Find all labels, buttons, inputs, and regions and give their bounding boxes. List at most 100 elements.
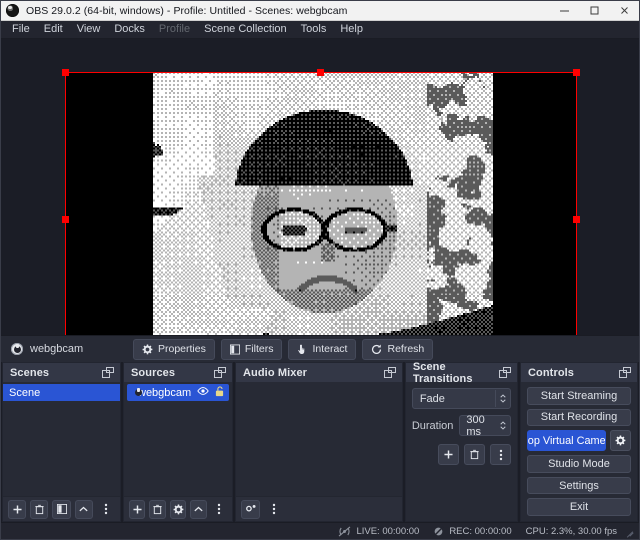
move-source-up-button[interactable] — [190, 499, 207, 519]
transition-options-button[interactable] — [490, 444, 511, 465]
trash-icon — [153, 504, 162, 514]
selected-source-name: webgbcam — [30, 343, 84, 355]
trash-icon — [35, 504, 44, 514]
scene-item-label: Scene — [9, 386, 41, 399]
rec-status-label: REC: 00:00:00 — [449, 525, 512, 537]
resize-handle-middle-right[interactable] — [573, 216, 580, 223]
resize-grip-icon[interactable] — [625, 526, 635, 538]
scenes-list[interactable]: Scene — [3, 382, 120, 496]
interact-button-label: Interact — [312, 343, 348, 355]
minimize-button[interactable] — [549, 1, 579, 20]
source-options-button[interactable] — [211, 500, 227, 519]
live-status-label: LIVE: 00:00:00 — [356, 525, 420, 537]
filters-button[interactable]: Filters — [220, 338, 283, 360]
resize-handle-top-right[interactable] — [573, 69, 580, 76]
broadcast-off-icon — [339, 525, 351, 537]
resize-handle-middle-left[interactable] — [62, 216, 69, 223]
unlocked-padlock-icon[interactable] — [215, 385, 224, 400]
menu-scene-collection[interactable]: Scene Collection — [197, 21, 294, 38]
settings-button[interactable]: Settings — [527, 476, 631, 495]
gear-icon — [615, 435, 626, 446]
chevron-updown-icon[interactable] — [495, 390, 510, 407]
menu-bar: File Edit View Docks Profile Scene Colle… — [1, 21, 639, 39]
audio-mixer-dock-footer — [236, 496, 402, 521]
scene-filters-button[interactable] — [52, 499, 71, 519]
controls-dock: Controls Start Streaming Start Recording… — [520, 362, 638, 522]
audio-mixer-dock-title-bar: Audio Mixer — [236, 363, 402, 382]
trash-icon — [470, 449, 479, 460]
start-streaming-button[interactable]: Start Streaming — [527, 387, 631, 405]
exit-button[interactable]: Exit — [527, 498, 631, 516]
audio-mixer-dock-title: Audio Mixer — [243, 366, 308, 379]
float-dock-icon[interactable] — [102, 367, 115, 378]
scene-transitions-body: Fade Duration 300 ms — [405, 382, 517, 521]
preview-canvas[interactable] — [65, 72, 577, 335]
preview-area[interactable] — [1, 39, 639, 335]
sources-dock-title: Sources — [131, 366, 176, 379]
title-bar: OBS 29.0.2 (64-bit, windows) - Profile: … — [1, 1, 639, 21]
add-source-button[interactable] — [129, 499, 146, 519]
transition-duration-input[interactable]: 300 ms — [459, 414, 511, 438]
remove-scene-button[interactable] — [30, 499, 49, 519]
plus-icon — [133, 504, 142, 514]
scene-options-button[interactable] — [97, 500, 115, 519]
menu-edit[interactable]: Edit — [37, 21, 70, 38]
scenes-dock-footer — [3, 496, 120, 521]
float-dock-icon[interactable] — [214, 367, 227, 378]
webcam-preview-image — [153, 72, 493, 335]
dock-area: Scenes Scene Sources webgbcam Audio Mixe… — [1, 360, 639, 522]
eye-icon[interactable] — [197, 386, 209, 399]
remove-transition-button[interactable] — [464, 444, 485, 465]
start-recording-button[interactable]: Start Recording — [527, 408, 631, 427]
resize-handle-top-center[interactable] — [317, 69, 324, 76]
menu-tools[interactable]: Tools — [294, 21, 334, 38]
remove-source-button[interactable] — [149, 499, 166, 519]
maximize-button[interactable] — [579, 1, 609, 20]
menu-docks[interactable]: Docks — [107, 21, 152, 38]
float-dock-icon[interactable] — [619, 367, 632, 378]
controls-dock-title-bar: Controls — [521, 363, 637, 382]
source-list-item[interactable]: webgbcam — [127, 384, 229, 401]
scene-transitions-dock-title: Scene Transitions — [412, 360, 473, 385]
menu-help[interactable]: Help — [333, 21, 370, 38]
hand-pointer-icon — [298, 344, 305, 354]
transition-type-select[interactable]: Fade — [411, 388, 511, 409]
scenes-dock-title-bar: Scenes — [3, 363, 120, 382]
menu-profile[interactable]: Profile — [152, 21, 197, 38]
stop-virtual-camera-button[interactable]: Stop Virtual Camera — [527, 430, 606, 452]
cpu-status: CPU: 2.3%, 30.00 fps — [526, 526, 617, 537]
close-button[interactable] — [609, 1, 639, 20]
move-scene-up-button[interactable] — [74, 499, 93, 519]
audio-advanced-properties-button[interactable] — [241, 499, 260, 519]
float-dock-icon[interactable] — [499, 367, 512, 378]
menu-view[interactable]: View — [70, 21, 108, 38]
audio-settings-icon — [245, 504, 256, 512]
scene-list-item[interactable]: Scene — [3, 384, 120, 401]
obs-main-window: OBS 29.0.2 (64-bit, windows) - Profile: … — [0, 0, 640, 540]
interact-button[interactable]: Interact — [288, 338, 357, 360]
add-transition-button[interactable] — [438, 444, 459, 465]
float-dock-icon[interactable] — [383, 367, 397, 378]
virtual-camera-settings-button[interactable] — [610, 430, 631, 452]
gear-icon — [142, 344, 153, 354]
audio-mixer-channel-list[interactable] — [236, 382, 402, 496]
sources-dock-footer — [124, 496, 232, 521]
refresh-button[interactable]: Refresh — [362, 338, 434, 360]
studio-mode-button[interactable]: Studio Mode — [527, 455, 631, 473]
duration-stepper-icon[interactable] — [496, 417, 510, 434]
sources-dock-title-bar: Sources — [124, 363, 232, 382]
plus-icon — [13, 504, 22, 514]
source-properties-button[interactable] — [169, 499, 187, 519]
sources-list[interactable]: webgbcam — [124, 382, 232, 496]
add-scene-button[interactable] — [8, 499, 27, 519]
refresh-icon — [372, 343, 382, 354]
chevron-up-icon — [79, 506, 88, 511]
window-title: OBS 29.0.2 (64-bit, windows) - Profile: … — [26, 4, 348, 17]
audio-options-button[interactable] — [264, 500, 283, 519]
filters-button-label: Filters — [244, 343, 274, 355]
scene-transitions-dock: Scene Transitions Fade Duration 300 ms — [404, 360, 518, 522]
properties-button[interactable]: Properties — [133, 338, 215, 360]
filters-icon — [229, 344, 240, 354]
resize-handle-top-left[interactable] — [62, 69, 69, 76]
menu-file[interactable]: File — [5, 21, 37, 38]
